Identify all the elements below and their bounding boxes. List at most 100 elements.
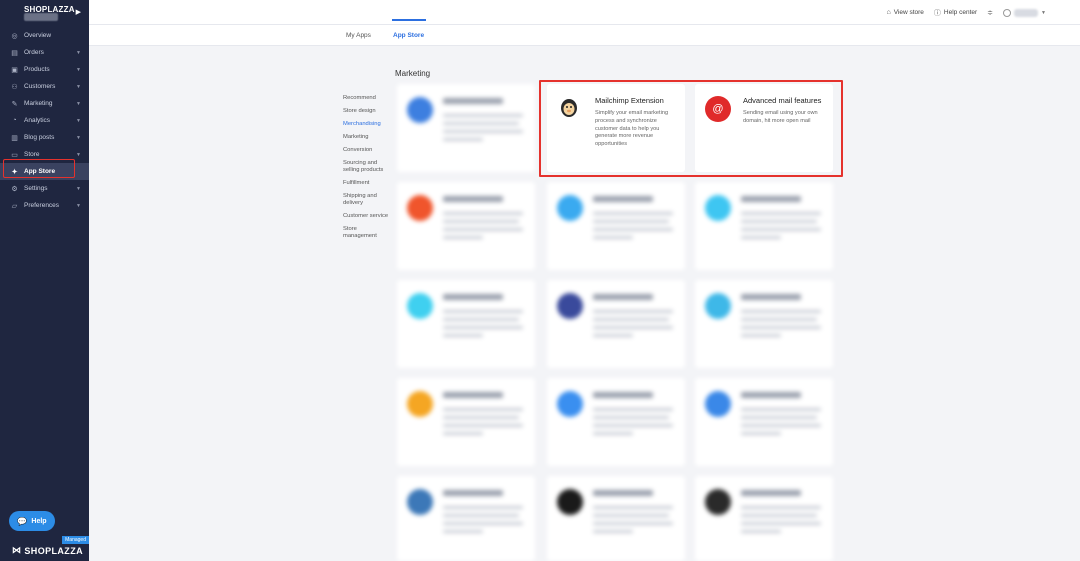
account-menu[interactable]: ▼: [1003, 8, 1046, 17]
app-card-blurred[interactable]: [695, 378, 833, 466]
app-card-blurred[interactable]: [695, 476, 833, 561]
app-card-blurred[interactable]: [695, 182, 833, 270]
sidebar-item-label: Customers: [24, 83, 56, 90]
blurred-line: [443, 122, 519, 125]
avatar: [1003, 8, 1012, 17]
category-merchandising[interactable]: Merchandising: [343, 121, 391, 128]
app-tabs: My Apps App Store: [89, 25, 1080, 46]
blurred-line: [741, 236, 781, 239]
app-card-blurred[interactable]: [397, 280, 535, 368]
blurred-line: [593, 514, 669, 517]
blurred-line: [593, 334, 633, 337]
blurred-line: [741, 318, 817, 321]
sidebar-item-label: Overview: [24, 32, 52, 39]
sidebar-item-blog-posts[interactable]: ▥ Blog posts ▼: [0, 129, 89, 146]
app-card-blurred[interactable]: [695, 280, 833, 368]
blurred-line: [443, 514, 519, 517]
help-label: Help: [31, 517, 47, 525]
category-recommend[interactable]: Recommend: [343, 95, 391, 102]
blurred-line: [443, 506, 523, 509]
blurred-title: [443, 196, 503, 202]
app-store-highlight-box: [3, 159, 75, 178]
app-card-blurred[interactable]: [547, 280, 685, 368]
blurred-line: [593, 326, 673, 329]
blurred-title: [741, 294, 801, 300]
footer-logo: ⋈ SHOPLAZZA: [12, 545, 83, 556]
blurred-line: [593, 506, 673, 509]
blurred-line: [741, 506, 821, 509]
category-conversion[interactable]: Conversion: [343, 147, 391, 154]
sidebar-item-customers[interactable]: ⚇ Customers ▼: [0, 78, 89, 95]
category-shipping[interactable]: Shipping and delivery: [343, 193, 391, 207]
category-store-design[interactable]: Store design: [343, 108, 391, 115]
sidebar-item-orders[interactable]: ▤ Orders ▼: [0, 44, 89, 61]
sidebar-item-settings[interactable]: ⚙ Settings ▼: [0, 180, 89, 197]
app-logo: [705, 293, 731, 319]
chevron-down-icon: ▼: [76, 117, 81, 124]
app-logo: [407, 293, 433, 319]
app-card-blurred[interactable]: [547, 476, 685, 561]
blurred-title: [443, 294, 503, 300]
sidebar-item-analytics[interactable]: ◔ Analytics ▼: [0, 112, 89, 129]
app-card-blurred[interactable]: [397, 378, 535, 466]
blurred-line: [443, 212, 523, 215]
sidebar-item-products[interactable]: ▣ Products ▼: [0, 61, 89, 78]
sidebar-item-preferences[interactable]: ▱ Preferences ▼: [0, 197, 89, 214]
blurred-line: [593, 318, 669, 321]
category-marketing[interactable]: Marketing: [343, 134, 391, 141]
overview-icon: ◎: [11, 32, 18, 40]
blurred-line: [443, 326, 523, 329]
blurred-line: [443, 334, 483, 337]
blurred-title: [443, 392, 503, 398]
sidebar-item-marketing[interactable]: ✎ Marketing ▼: [0, 95, 89, 112]
app-card-blurred[interactable]: [547, 378, 685, 466]
category-fulfillment[interactable]: Fulfillment: [343, 180, 391, 187]
blurred-line: [443, 530, 483, 533]
top-actions: ⌂ View store ⓘ Help center ≑ ▼: [886, 0, 1046, 25]
storefront-icon: ⌂: [886, 9, 891, 16]
active-tab-indicator: [392, 19, 426, 21]
customers-icon: ⚇: [11, 83, 18, 91]
chevron-down-icon: ▼: [76, 100, 81, 107]
tab-my-apps[interactable]: My Apps: [346, 32, 371, 39]
app-card-blurred[interactable]: [397, 182, 535, 270]
section-title: Marketing: [395, 69, 431, 78]
store-switcher[interactable]: SHOPLAZZA ▶: [0, 0, 89, 25]
blurred-line: [741, 522, 821, 525]
app-logo: [407, 489, 433, 515]
orders-icon: ▤: [11, 49, 18, 57]
chevron-down-icon: ▼: [76, 185, 81, 192]
sidebar-item-label: Analytics: [24, 117, 51, 124]
footer-brand-name: SHOPLAZZA: [24, 545, 84, 556]
view-store-link[interactable]: ⌂ View store: [886, 9, 923, 16]
blurred-line: [443, 228, 523, 231]
chevron-down-icon: ▼: [76, 151, 81, 158]
blurred-line: [741, 424, 821, 427]
filter-icon[interactable]: ≑: [987, 9, 993, 17]
blurred-title: [741, 490, 801, 496]
marketing-icon: ✎: [11, 100, 18, 108]
app-card-blurred[interactable]: [397, 476, 535, 561]
sidebar: SHOPLAZZA ▶ ◎ Overview ▤ Orders ▼ ▣ Products…: [0, 0, 89, 561]
settings-icon: ⚙: [11, 185, 18, 193]
caret-right-icon[interactable]: ▶: [76, 8, 81, 16]
sidebar-item-label: Orders: [24, 49, 44, 56]
blurred-title: [593, 294, 653, 300]
category-customer-service[interactable]: Customer service: [343, 213, 391, 220]
blog-icon: ▥: [11, 134, 18, 142]
blurred-title: [443, 490, 503, 496]
help-center-link[interactable]: ⓘ Help center: [934, 8, 977, 18]
tab-app-store[interactable]: App Store: [393, 32, 424, 39]
category-store-management[interactable]: Store management: [343, 226, 391, 240]
blurred-line: [443, 522, 523, 525]
chevron-down-icon: ▼: [76, 83, 81, 90]
sidebar-item-overview[interactable]: ◎ Overview: [0, 27, 89, 44]
help-button[interactable]: 💬 Help: [9, 511, 55, 531]
products-icon: ▣: [11, 66, 18, 74]
app-logo: [705, 391, 731, 417]
category-sourcing[interactable]: Sourcing and selling products: [343, 160, 391, 174]
blurred-title: [593, 196, 653, 202]
app-card-blurred[interactable]: [547, 182, 685, 270]
app-card-blurred[interactable]: [397, 84, 535, 172]
app-logo: [557, 293, 583, 319]
